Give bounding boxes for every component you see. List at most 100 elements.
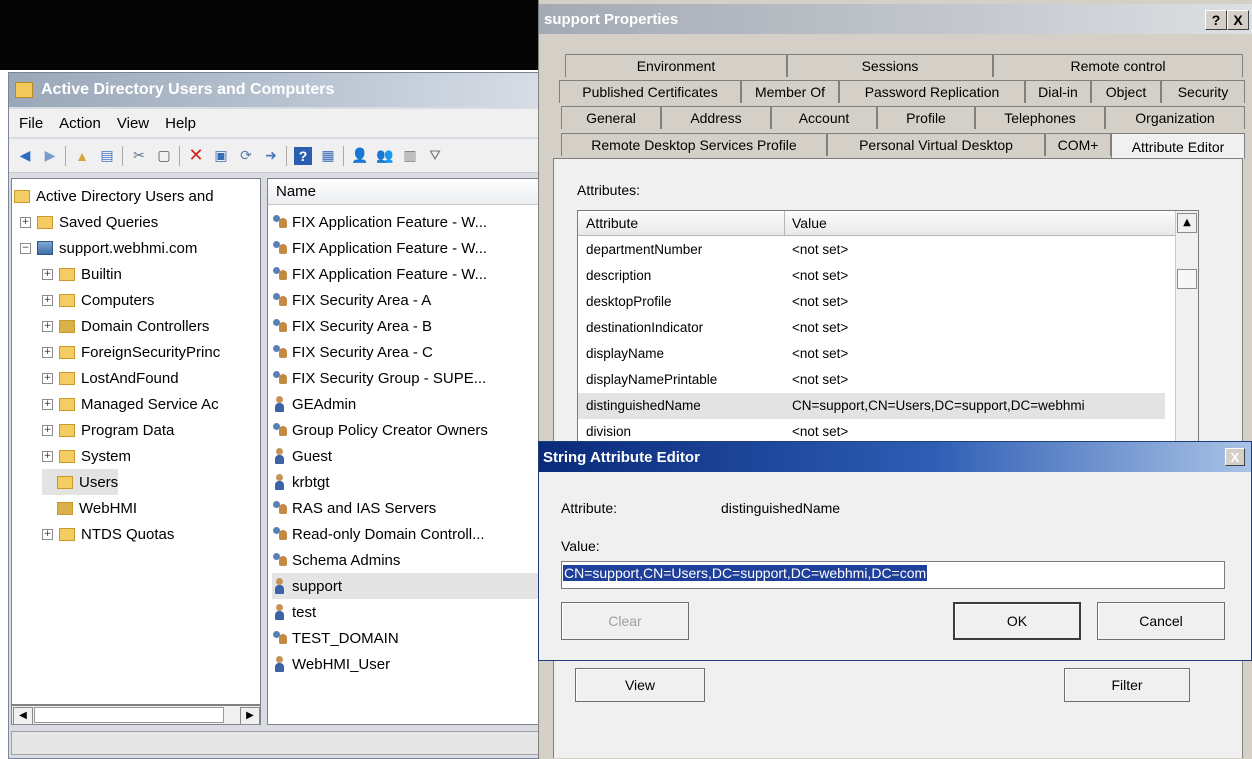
scroll-up-icon[interactable]: ▲ [1177,213,1197,233]
attribute-row[interactable]: departmentNumber <not set> [578,237,1165,263]
expand-icon[interactable]: + [42,424,53,436]
tree-item[interactable]: − support.webhmi.com [20,235,197,261]
tab-attribute-editor[interactable]: Attribute Editor [1111,133,1245,159]
help-button[interactable]: ? [1205,10,1227,30]
filter-icon[interactable]: ⛛ [426,147,444,165]
tab-general[interactable]: General [561,106,661,129]
list-item[interactable]: WebHMI_User [272,651,542,677]
menu-file[interactable]: File [19,115,43,132]
tab-telephones[interactable]: Telephones [975,106,1105,129]
up-folder-icon[interactable]: ▲ [73,147,91,165]
expand-icon[interactable]: + [20,216,31,228]
tab-security[interactable]: Security [1161,80,1245,103]
new-ou-icon[interactable]: ▥ [401,147,419,165]
attribute-row[interactable]: desktopProfile <not set> [578,289,1165,315]
list-item[interactable]: RAS and IAS Servers [272,495,542,521]
expand-icon[interactable]: + [42,268,53,280]
tab-password-replication[interactable]: Password Replication [839,80,1025,103]
tab-personal-virtual-desktop[interactable]: Personal Virtual Desktop [827,133,1045,156]
tree-item[interactable]: Users [42,469,119,495]
ok-button[interactable]: OK [953,602,1081,640]
view-button[interactable]: View [575,668,705,702]
tab-object[interactable]: Object [1091,80,1161,103]
tab-account[interactable]: Account [771,106,877,129]
attribute-row[interactable]: destinationIndicator <not set> [578,315,1165,341]
scroll-left-icon[interactable]: ◀ [13,707,33,725]
tab-com-plus[interactable]: COM+ [1045,133,1111,156]
column-value[interactable]: Value [792,215,827,231]
expand-icon[interactable]: + [42,346,53,358]
delete-icon[interactable]: ✕ [187,145,205,165]
expand-icon[interactable]: + [42,294,53,306]
list-item[interactable]: FIX Security Group - SUPE... [272,365,542,391]
attribute-row[interactable]: displayName <not set> [578,341,1165,367]
tab-address[interactable]: Address [661,106,771,129]
list-item[interactable]: Guest [272,443,542,469]
list-item[interactable]: FIX Application Feature - W... [272,235,542,261]
tree-item[interactable]: + ForeignSecurityPrinc [42,339,220,365]
list-item[interactable]: Read-only Domain Controll... [272,521,542,547]
tree-item[interactable]: + Computers [42,287,154,313]
tree-item[interactable]: + LostAndFound [42,365,179,391]
tab-member-of[interactable]: Member Of [741,80,839,103]
help-icon[interactable]: ? [294,146,312,165]
tree-item[interactable]: + NTDS Quotas [42,521,174,547]
export-list-icon[interactable]: ➜ [262,147,280,165]
cancel-button[interactable]: Cancel [1097,602,1225,640]
menu-action[interactable]: Action [59,115,101,132]
tab-remote-control[interactable]: Remote control [993,54,1243,77]
list-item[interactable]: support [272,573,542,599]
list-item[interactable]: krbtgt [272,469,542,495]
properties-title-bar[interactable]: support Properties ? X [539,4,1252,34]
properties-icon[interactable]: ▣ [212,147,230,165]
sae-close-button[interactable]: X [1225,448,1245,466]
menu-view[interactable]: View [117,115,149,132]
tree-item[interactable]: + Builtin [42,261,122,287]
attributes-vertical-scrollbar[interactable]: ▲ [1175,211,1198,445]
scroll-right-icon[interactable]: ▶ [240,707,260,725]
tab-sessions[interactable]: Sessions [787,54,993,77]
tree-item[interactable]: Active Directory Users and [14,183,214,209]
tree-item[interactable]: + Program Data [42,417,174,443]
clear-button[interactable]: Clear [561,602,689,640]
scroll-thumb[interactable] [34,707,224,723]
show-tree-icon[interactable]: ▤ [98,147,116,165]
attribute-row[interactable]: description <not set> [578,263,1165,289]
list-item[interactable]: FIX Security Area - C [272,339,542,365]
list-item[interactable]: test [272,599,542,625]
sae-title-bar[interactable]: String Attribute Editor X [539,442,1251,472]
attribute-row[interactable]: distinguishedName CN=support,CN=Users,DC=… [578,393,1165,419]
scroll-thumb[interactable] [1177,269,1197,289]
expand-icon[interactable]: + [42,450,53,462]
back-icon[interactable]: ◀ [16,147,34,165]
expand-icon[interactable]: + [42,320,53,332]
close-button[interactable]: X [1227,10,1249,30]
list-item[interactable]: FIX Security Area - B [272,313,542,339]
details-list[interactable]: Name FIX Application Feature - W... FIX A… [267,178,545,725]
list-item[interactable]: Group Policy Creator Owners [272,417,542,443]
forward-icon[interactable]: ▶ [41,147,59,165]
copy-icon[interactable]: ▢ [155,147,173,165]
refresh-icon[interactable]: ⟳ [237,147,255,165]
column-attribute[interactable]: Attribute [586,215,638,231]
tree-item[interactable]: + Managed Service Ac [42,391,219,417]
expand-icon[interactable]: + [42,398,53,410]
tab-organization[interactable]: Organization [1105,106,1245,129]
list-item[interactable]: FIX Application Feature - W... [272,261,542,287]
menu-help[interactable]: Help [165,115,196,132]
column-divider[interactable] [784,211,785,235]
new-user-icon[interactable]: 👤 [351,147,369,165]
list-item[interactable]: FIX Security Area - A [272,287,542,313]
list-item[interactable]: FIX Application Feature - W... [272,209,542,235]
tab-profile[interactable]: Profile [877,106,975,129]
collapse-icon[interactable]: − [20,242,31,254]
console-icon[interactable]: ▦ [319,147,337,165]
expand-icon[interactable]: + [42,372,53,384]
new-group-icon[interactable]: 👥 [376,147,394,165]
tab-remote-desktop-services-profile[interactable]: Remote Desktop Services Profile [561,133,827,156]
list-item[interactable]: GEAdmin [272,391,542,417]
list-item[interactable]: TEST_DOMAIN [272,625,542,651]
tree-horizontal-scrollbar[interactable]: ◀ ▶ [11,705,261,725]
list-column-name[interactable]: Name [268,179,544,205]
tree-item[interactable]: WebHMI [42,495,137,521]
